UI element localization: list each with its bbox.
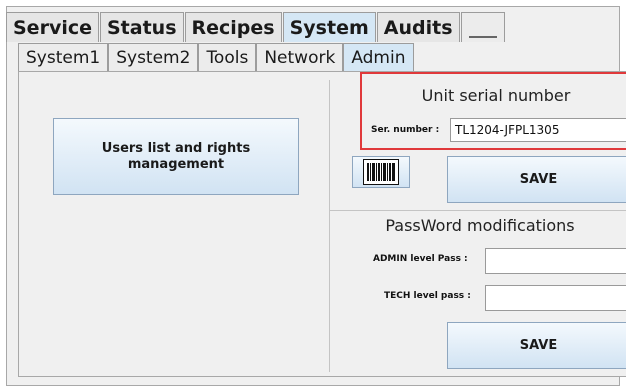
tab-audits[interactable]: Audits	[376, 12, 460, 42]
subtab-system1[interactable]: System1	[18, 43, 109, 71]
password-title: PassWord modifications	[385, 216, 575, 235]
tab-service[interactable]: Service	[6, 12, 99, 42]
serial-number-group: Unit serial number Ser. number : TL1204-…	[360, 72, 626, 150]
horizontal-divider	[330, 210, 626, 211]
tech-pass-label: TECH level pass :	[384, 291, 471, 301]
subtab-network[interactable]: Network	[256, 43, 344, 71]
subtab-system2[interactable]: System2	[108, 43, 199, 71]
subtab-tools[interactable]: Tools	[198, 43, 257, 71]
tab-system[interactable]: System	[282, 12, 376, 42]
tech-pass-input[interactable]	[485, 285, 626, 311]
barcode-icon	[363, 159, 399, 185]
underscore-icon	[468, 36, 497, 38]
admin-pass-input[interactable]	[485, 248, 626, 274]
users-rights-button[interactable]: Users list and rights management	[53, 118, 299, 195]
sub-tab-bar: System1 System2 Tools Network Admin	[18, 43, 414, 71]
tab-recipes[interactable]: Recipes	[184, 12, 282, 42]
save-serial-button[interactable]: SAVE	[447, 156, 626, 203]
serial-label: Ser. number :	[371, 125, 440, 135]
barcode-scan-button[interactable]	[352, 156, 410, 188]
save-password-button[interactable]: SAVE	[447, 322, 626, 369]
serial-number-input[interactable]: TL1204-JFPL1305	[450, 118, 626, 142]
users-rights-button-label: Users list and rights management	[101, 140, 251, 172]
subtab-admin[interactable]: Admin	[343, 43, 414, 71]
admin-pass-label: ADMIN level Pass :	[373, 254, 468, 264]
tab-status[interactable]: Status	[100, 12, 184, 42]
admin-panel: Users list and rights management Unit se…	[18, 71, 626, 377]
main-tab-bar: Service Status Recipes System Audits	[6, 12, 506, 42]
serial-title: Unit serial number	[421, 86, 571, 105]
tab-blank[interactable]	[460, 12, 505, 42]
